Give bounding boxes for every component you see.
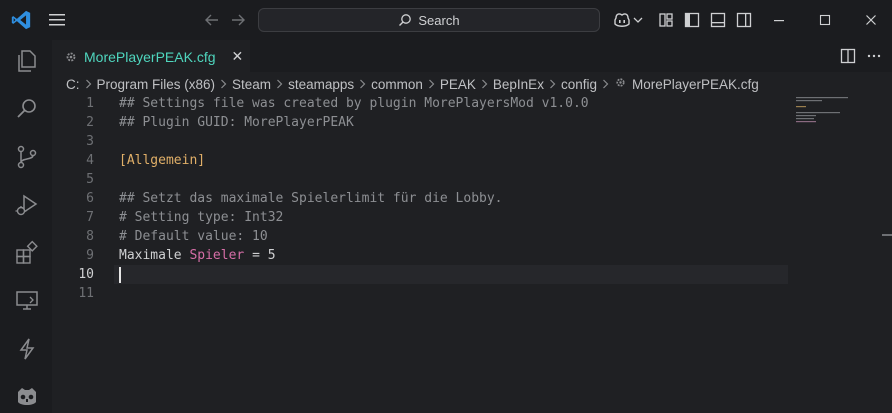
- editor-area: MorePlayerPEAK.cfg ✕ C: Program Files (x8…: [52, 40, 892, 413]
- breadcrumb: C: Program Files (x86) Steam steamapps commo…: [52, 72, 812, 96]
- search-icon[interactable]: [14, 96, 40, 122]
- layout-customize-icon[interactable]: [656, 10, 676, 30]
- breadcrumb-item[interactable]: Steam: [232, 77, 271, 92]
- more-actions-icon[interactable]: [864, 46, 884, 66]
- explorer-icon[interactable]: [14, 48, 40, 74]
- split-editor-icon[interactable]: [838, 46, 858, 66]
- breadcrumb-separator-icon: [276, 77, 283, 92]
- vscode-logo-icon[interactable]: [10, 9, 32, 31]
- command-center-search[interactable]: Search: [258, 8, 600, 32]
- remote-explorer-icon[interactable]: [14, 288, 40, 314]
- breadcrumb-separator-icon: [602, 77, 609, 92]
- code-line[interactable]: 7 # Setting type: Int32: [52, 208, 792, 227]
- line-number: 6: [86, 191, 94, 206]
- toggle-primary-sidebar-icon[interactable]: [682, 10, 702, 30]
- breadcrumb-separator-icon: [85, 77, 92, 92]
- breadcrumb-separator-icon: [220, 77, 227, 92]
- back-arrow-icon[interactable]: [202, 10, 222, 30]
- breadcrumb-separator-icon: [359, 77, 366, 92]
- maximize-icon: [819, 14, 831, 26]
- assignment-operator: =: [252, 248, 260, 263]
- code-line[interactable]: 11: [52, 284, 792, 303]
- line-number: 1: [86, 96, 94, 111]
- section-header: [Allgemein]: [119, 153, 206, 168]
- tab-bar: MorePlayerPEAK.cfg ✕: [52, 40, 892, 72]
- breadcrumb-item[interactable]: C:: [66, 77, 80, 92]
- code-line[interactable]: 5: [52, 170, 792, 189]
- extensions-icon[interactable]: [14, 240, 40, 266]
- gear-icon: [66, 52, 76, 61]
- breadcrumb-item[interactable]: BepInEx: [493, 77, 544, 92]
- breadcrumb-item[interactable]: PEAK: [440, 77, 476, 92]
- toggle-secondary-sidebar-icon[interactable]: [734, 10, 754, 30]
- line-number: 11: [78, 286, 94, 301]
- close-tab-icon[interactable]: ✕: [232, 48, 244, 65]
- line-number: 3: [86, 134, 94, 149]
- godot-icon[interactable]: [14, 384, 40, 410]
- search-icon: [399, 14, 412, 26]
- scrollbar-cursor-marker: [882, 234, 892, 236]
- comment-text: # Default value: 10: [119, 229, 268, 244]
- close-window-button[interactable]: [848, 0, 892, 40]
- forward-arrow-icon[interactable]: [228, 10, 248, 30]
- activity-bar: [0, 40, 52, 413]
- chevron-down-icon[interactable]: [632, 10, 644, 30]
- line-number: 8: [86, 229, 94, 244]
- breadcrumb-item[interactable]: common: [371, 77, 423, 92]
- code-line[interactable]: 2 ## Plugin GUID: MorePlayerPEAK: [52, 113, 792, 132]
- setting-key-keyword: Spieler: [189, 248, 245, 263]
- line-number: 4: [86, 153, 94, 168]
- copilot-icon[interactable]: [612, 10, 632, 30]
- code-text: Maximale Spieler = 5: [119, 246, 276, 265]
- run-debug-icon[interactable]: [14, 192, 40, 218]
- tab-moreplayerpeak-cfg[interactable]: MorePlayerPEAK.cfg ✕: [52, 40, 250, 72]
- code-line[interactable]: 3: [52, 132, 792, 151]
- toggle-panel-icon[interactable]: [708, 10, 728, 30]
- title-bar: Search: [0, 0, 892, 40]
- code-line[interactable]: 10: [52, 265, 792, 284]
- line-number: 10: [78, 267, 94, 282]
- breadcrumb-separator-icon: [481, 77, 488, 92]
- setting-key: Maximale: [119, 248, 182, 263]
- gear-icon: [614, 76, 627, 92]
- minimize-button[interactable]: [756, 0, 802, 40]
- line-number: 7: [86, 210, 94, 225]
- minimap[interactable]: [796, 96, 856, 136]
- setting-value: 5: [267, 248, 276, 263]
- source-control-icon[interactable]: [14, 144, 40, 170]
- current-line-highlight: [114, 265, 788, 284]
- breadcrumb-item[interactable]: Program Files (x86): [97, 77, 216, 92]
- search-label: Search: [418, 12, 460, 28]
- comment-text: # Setting type: Int32: [119, 210, 284, 225]
- breadcrumb-item[interactable]: config: [561, 77, 597, 92]
- breadcrumb-file[interactable]: MorePlayerPEAK.cfg: [632, 77, 759, 92]
- code-line[interactable]: 1 ## Settings file was created by plugin …: [52, 94, 792, 113]
- breadcrumb-separator-icon: [549, 77, 556, 92]
- comment-text: ## Settings file was created by plugin M…: [119, 96, 589, 111]
- minimize-icon: [774, 20, 784, 22]
- comment-text: ## Plugin GUID: MorePlayerPEAK: [119, 115, 354, 130]
- code-line[interactable]: 6 ## Setzt das maximale Spielerlimit für …: [52, 189, 792, 208]
- code-line[interactable]: 9 Maximale Spieler = 5: [52, 246, 792, 265]
- line-number: 2: [86, 115, 94, 130]
- comment-text: ## Setzt das maximale Spielerlimit für d…: [119, 191, 503, 206]
- power-icon[interactable]: [14, 336, 40, 362]
- breadcrumb-separator-icon: [428, 77, 435, 92]
- text-cursor: [119, 267, 121, 283]
- tab-label: MorePlayerPEAK.cfg: [84, 48, 216, 65]
- code-line[interactable]: 8 # Default value: 10: [52, 227, 792, 246]
- line-number: 9: [86, 248, 94, 263]
- line-number: 5: [86, 172, 94, 187]
- menu-icon[interactable]: [46, 10, 68, 30]
- maximize-button[interactable]: [802, 0, 848, 40]
- breadcrumb-item[interactable]: steamapps: [288, 77, 354, 92]
- code-line[interactable]: 4 [Allgemein]: [52, 151, 792, 170]
- close-icon: [866, 15, 876, 25]
- code-editor[interactable]: 1 ## Settings file was created by plugin …: [52, 94, 792, 303]
